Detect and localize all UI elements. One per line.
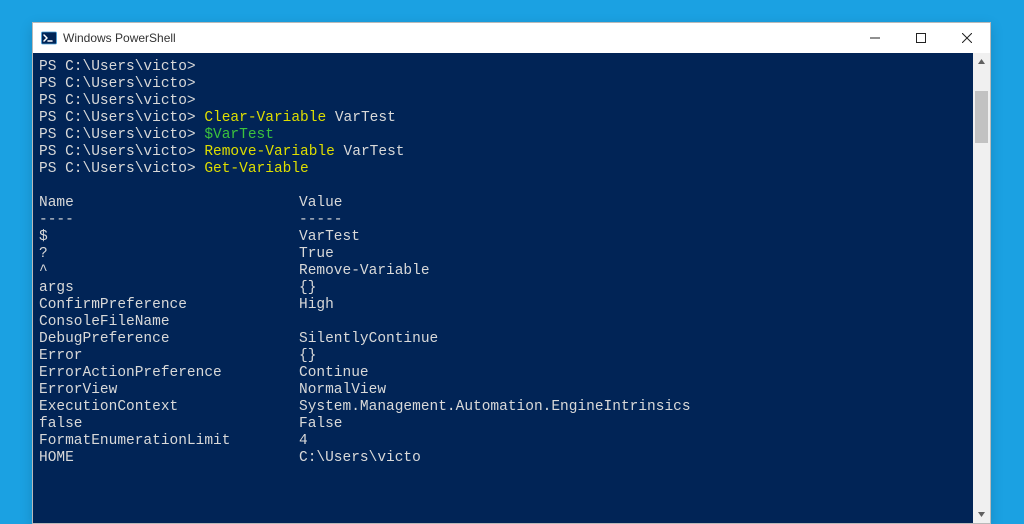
console-line: PS C:\Users\victo> Clear-Variable VarTes… — [39, 110, 973, 127]
console-line: PS C:\Users\victo> — [39, 76, 973, 93]
table-row: ErrorViewNormalView — [39, 382, 973, 399]
variable-name: args — [39, 280, 299, 297]
command: $VarTest — [204, 127, 274, 143]
table-row: ^Remove-Variable — [39, 263, 973, 280]
variable-value — [299, 314, 973, 331]
variable-value: SilentlyContinue — [299, 331, 973, 348]
prompt: PS C:\Users\victo> — [39, 59, 204, 75]
scroll-thumb[interactable] — [975, 91, 988, 143]
window-controls — [852, 23, 990, 53]
variable-name: ConfirmPreference — [39, 297, 299, 314]
vertical-scrollbar[interactable] — [973, 53, 990, 523]
variable-value: Remove-Variable — [299, 263, 973, 280]
table-row: HOMEC:\Users\victo — [39, 450, 973, 467]
table-header: NameValue — [39, 195, 973, 212]
command: Remove-Variable — [204, 144, 335, 160]
variable-value: 4 — [299, 433, 973, 450]
variable-value: VarTest — [299, 229, 973, 246]
window-title: Windows PowerShell — [63, 31, 852, 45]
scroll-up-button[interactable] — [973, 53, 990, 70]
scroll-down-button[interactable] — [973, 506, 990, 523]
table-row: ErrorActionPreferenceContinue — [39, 365, 973, 382]
powershell-icon — [41, 30, 57, 46]
table-row: $VarTest — [39, 229, 973, 246]
variable-name: Error — [39, 348, 299, 365]
console-line: PS C:\Users\victo> — [39, 93, 973, 110]
console-line: PS C:\Users\victo> $VarTest — [39, 127, 973, 144]
console-line: PS C:\Users\victo> — [39, 59, 973, 76]
variable-name: ConsoleFileName — [39, 314, 299, 331]
prompt: PS C:\Users\victo> — [39, 76, 204, 92]
variable-value: {} — [299, 280, 973, 297]
variable-value: C:\Users\victo — [299, 450, 973, 467]
variable-value: System.Management.Automation.EngineIntri… — [299, 399, 973, 416]
table-row: Error{} — [39, 348, 973, 365]
variable-value: {} — [299, 348, 973, 365]
blank-line — [39, 178, 973, 195]
variable-name: ^ — [39, 263, 299, 280]
console-line: PS C:\Users\victo> Get-Variable — [39, 161, 973, 178]
powershell-window: Windows PowerShell PS C:\Users\victo> PS… — [32, 22, 991, 524]
maximize-button[interactable] — [898, 23, 944, 53]
table-row: FormatEnumerationLimit4 — [39, 433, 973, 450]
variable-name: ? — [39, 246, 299, 263]
variable-name: $ — [39, 229, 299, 246]
table-row: ExecutionContextSystem.Management.Automa… — [39, 399, 973, 416]
command-arg: VarTest — [335, 144, 405, 160]
variable-value: False — [299, 416, 973, 433]
prompt: PS C:\Users\victo> — [39, 144, 204, 160]
variable-name: Name — [39, 195, 299, 212]
variable-name: ExecutionContext — [39, 399, 299, 416]
titlebar[interactable]: Windows PowerShell — [33, 23, 990, 53]
console-area: PS C:\Users\victo> PS C:\Users\victo> PS… — [33, 53, 990, 523]
table-row: ConfirmPreferenceHigh — [39, 297, 973, 314]
variable-name: ErrorActionPreference — [39, 365, 299, 382]
variable-name: ErrorView — [39, 382, 299, 399]
table-separator: --------- — [39, 212, 973, 229]
command: Clear-Variable — [204, 110, 326, 126]
prompt: PS C:\Users\victo> — [39, 93, 204, 109]
variable-value: True — [299, 246, 973, 263]
variable-name: HOME — [39, 450, 299, 467]
variable-value: ----- — [299, 212, 973, 229]
variable-value: Value — [299, 195, 973, 212]
prompt: PS C:\Users\victo> — [39, 127, 204, 143]
console-line: PS C:\Users\victo> Remove-Variable VarTe… — [39, 144, 973, 161]
table-row: ?True — [39, 246, 973, 263]
variable-name: false — [39, 416, 299, 433]
table-row: args{} — [39, 280, 973, 297]
close-button[interactable] — [944, 23, 990, 53]
variable-value: NormalView — [299, 382, 973, 399]
table-row: ConsoleFileName — [39, 314, 973, 331]
prompt: PS C:\Users\victo> — [39, 110, 204, 126]
command: Get-Variable — [204, 161, 308, 177]
console-output[interactable]: PS C:\Users\victo> PS C:\Users\victo> PS… — [33, 53, 973, 523]
variable-name: DebugPreference — [39, 331, 299, 348]
minimize-button[interactable] — [852, 23, 898, 53]
command-arg: VarTest — [326, 110, 396, 126]
variable-name: FormatEnumerationLimit — [39, 433, 299, 450]
table-row: falseFalse — [39, 416, 973, 433]
variable-value: Continue — [299, 365, 973, 382]
table-row: DebugPreferenceSilentlyContinue — [39, 331, 973, 348]
variable-name: ---- — [39, 212, 299, 229]
prompt: PS C:\Users\victo> — [39, 161, 204, 177]
variable-value: High — [299, 297, 973, 314]
